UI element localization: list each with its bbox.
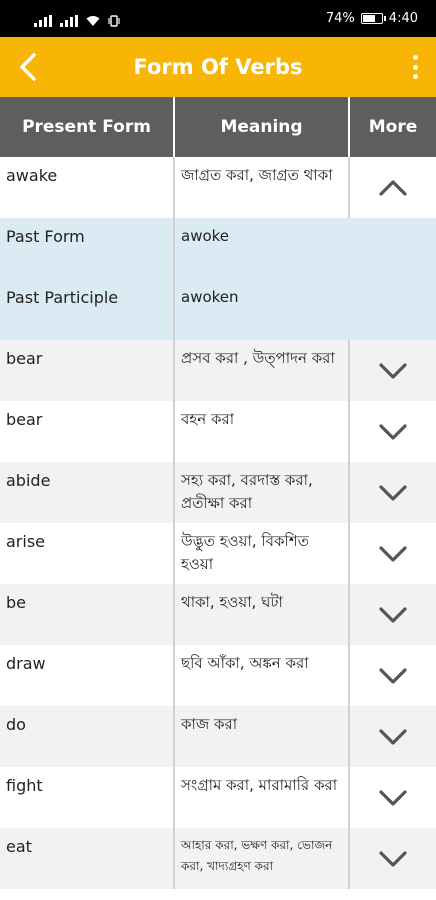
header-meaning: Meaning [175,97,350,157]
battery-icon [360,13,386,24]
chevron-down-icon [379,606,407,623]
expand-button[interactable] [350,645,436,706]
verb-row[interactable]: do কাজ করা [0,706,436,767]
verb-row[interactable]: abide সহ্য করা, বরদাস্ত করা, প্রতীক্ষা কর… [0,462,436,523]
wifi-icon [86,15,100,26]
signal-indicators [34,11,120,27]
chevron-down-icon [379,423,407,440]
meaning-cell: কাজ করা [175,706,350,767]
expand-button[interactable] [350,401,436,462]
meaning-cell: উদ্ভুত হওয়া, বিকশিত হওয়া [175,523,350,584]
page-title: Form Of Verbs [133,55,303,79]
collapse-button[interactable] [350,157,436,218]
header-present-form: Present Form [0,97,175,157]
meaning-cell: বহন করা [175,401,350,462]
expand-button[interactable] [350,584,436,645]
meaning-cell: আহার করা, ভক্ষণ করা, ভোজন করা, খাদ্যগ্রহ… [175,828,350,889]
verb-row[interactable]: be থাকা, হওয়া, ঘটা [0,584,436,645]
chevron-up-icon [379,179,407,196]
verb-row[interactable]: eat আহার করা, ভক্ষণ করা, ভোজন করা, খাদ্যগ… [0,828,436,889]
overflow-menu-button[interactable] [408,51,422,83]
present-form-cell: fight [0,767,175,828]
present-form-cell: arise [0,523,175,584]
expand-button[interactable] [350,706,436,767]
meaning-cell: প্রসব করা , উত্পাদন করা [175,340,350,401]
present-form-cell: be [0,584,175,645]
header-more: More [368,117,418,137]
detail-row: Past Participle awoken [0,279,436,340]
present-form-cell: bear [0,340,175,401]
chevron-down-icon [379,728,407,745]
detail-value: awoke [181,227,230,245]
present-form-cell: bear [0,401,175,462]
signal-icon [34,14,52,27]
present-form-cell: eat [0,828,175,889]
verb-row[interactable]: bear প্রসব করা , উত্পাদন করা [0,340,436,401]
app-bar: Form Of Verbs [0,37,436,97]
back-button[interactable] [10,49,46,85]
more-vert-icon [412,55,418,60]
expand-button[interactable] [350,523,436,584]
chevron-left-icon [20,53,36,81]
present-form-cell: awake [0,157,175,218]
expand-button[interactable] [350,767,436,828]
meaning-cell: ছবি আঁকা, অঙ্কন করা [175,645,350,706]
clock: 4:40 [388,11,418,26]
battery-percent: 74% [325,11,355,26]
chevron-down-icon [379,362,407,379]
chevron-down-icon [379,484,407,501]
chevron-down-icon [379,850,407,867]
meaning-cell: থাকা, হওয়া, ঘটা [175,584,350,645]
expand-button[interactable] [350,828,436,889]
present-form-cell: do [0,706,175,767]
verb-row[interactable]: awake জাগ্রত করা, জাগ্রত থাকা [0,157,436,218]
status-bar: 74% 4:40 [0,0,436,37]
verb-row[interactable]: arise উদ্ভুত হওয়া, বিকশিত হওয়া [0,523,436,584]
vibrate-icon [108,14,120,27]
chevron-down-icon [379,789,407,806]
detail-row: Past Form awoke [0,218,436,279]
verb-row[interactable]: bear বহন করা [0,401,436,462]
chevron-down-icon [379,545,407,562]
chevron-down-icon [379,667,407,684]
meaning-cell: সংগ্রাম করা, মারামারি করা [175,767,350,828]
meaning-cell: জাগ্রত করা, জাগ্রত থাকা [175,157,350,218]
meaning-cell: সহ্য করা, বরদাস্ত করা, প্রতীক্ষা করা [175,462,350,523]
present-form-cell: abide [0,462,175,523]
detail-label: Past Form [0,218,175,279]
verb-list: awake জাগ্রত করা, জাগ্রত থাকা Past Form awo… [0,157,436,889]
expand-button[interactable] [350,462,436,523]
signal-icon-2 [60,14,78,27]
table-header: Present Form Meaning More [0,97,436,157]
detail-label: Past Participle [0,279,175,340]
present-form-cell: draw [0,645,175,706]
detail-value: awoken [181,288,239,306]
verb-row[interactable]: draw ছবি আঁকা, অঙ্কন করা [0,645,436,706]
expand-button[interactable] [350,340,436,401]
verb-row[interactable]: fight সংগ্রাম করা, মারামারি করা [0,767,436,828]
